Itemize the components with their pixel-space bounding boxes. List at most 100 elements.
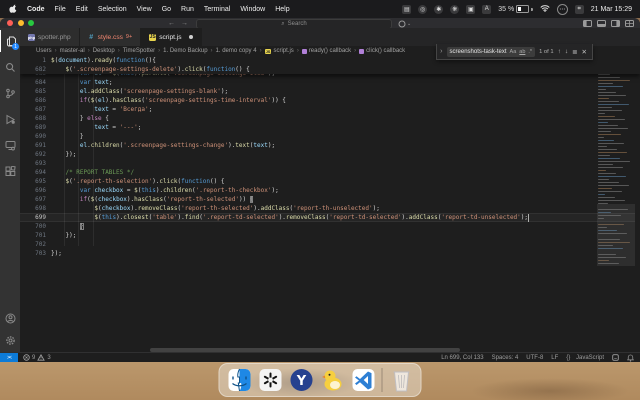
settings-gear-icon[interactable] — [0, 329, 20, 351]
code-line-699[interactable]: 699 $(this).closest('table').find('.repo… — [20, 213, 640, 222]
code-line-693[interactable]: 693 — [20, 159, 640, 168]
line-number[interactable]: 686 — [26, 96, 51, 105]
whole-word-toggle[interactable]: ab — [519, 49, 525, 55]
wifi-icon[interactable] — [540, 4, 550, 14]
code-line-703[interactable]: 703}); — [20, 249, 640, 258]
notifications-bell-icon[interactable] — [627, 354, 634, 362]
code-line-692[interactable]: 692 }); — [20, 150, 640, 159]
toggle-primary-sidebar-icon[interactable] — [583, 19, 592, 27]
code-line-701[interactable]: 701 }); — [20, 231, 640, 240]
tab-spotter.php[interactable]: php spotter.php — [20, 28, 80, 46]
line-number[interactable]: 694 — [26, 168, 51, 177]
menu-item-file[interactable]: File — [55, 6, 66, 13]
code-line-694[interactable]: 694 /* REPORT TABLES */ — [20, 168, 640, 177]
line-number[interactable]: 693 — [26, 159, 51, 168]
code-line-697[interactable]: 697 if($(checkbox).hasClass('report-th-s… — [20, 195, 640, 204]
menu-item-edit[interactable]: Edit — [76, 6, 88, 13]
menu-item-terminal[interactable]: Terminal — [204, 6, 230, 13]
line-number[interactable]: 682 — [26, 65, 51, 74]
customize-layout-icon[interactable] — [625, 19, 634, 27]
line-number[interactable]: 696 — [26, 186, 51, 195]
copilot-icon[interactable]: ⌄ — [398, 20, 411, 28]
code-line-691[interactable]: 691 el.children('.screenpage-settings-ch… — [20, 141, 640, 150]
menubar-sync-icon[interactable]: ⋯ — [556, 3, 568, 15]
eol-setting[interactable]: LF — [551, 355, 558, 361]
tab-script.js[interactable]: JS script.js — [141, 28, 202, 46]
keyboard-icon[interactable]: ⌗ — [574, 4, 584, 14]
find-previous-icon[interactable]: ↑ — [558, 48, 561, 55]
explorer-icon[interactable]: 1 — [0, 30, 21, 52]
line-number[interactable]: 687 — [26, 105, 51, 114]
dock-icon-yandex-browser[interactable]: Y — [289, 368, 314, 393]
code-line-698[interactable]: 698 $(checkbox).removeClass('report-th-s… — [20, 204, 640, 213]
line-number[interactable]: 684 — [26, 78, 51, 87]
dock-icon-chatgpt[interactable] — [258, 368, 283, 393]
toggle-replace-chevron-icon[interactable]: › — [440, 48, 442, 55]
line-number[interactable]: 691 — [26, 141, 51, 150]
menu-item-run[interactable]: Run — [181, 6, 194, 13]
line-number[interactable]: 690 — [26, 132, 51, 141]
find-query[interactable]: screenshots-task-text — [450, 49, 507, 55]
code-line-687[interactable]: 687 text = 'Всегда'; — [20, 105, 640, 114]
navigate-back-icon[interactable]: ← — [168, 20, 175, 27]
code-line-700[interactable]: 700 } — [20, 222, 640, 231]
remote-explorer-icon[interactable] — [0, 134, 20, 156]
breadcrumb-item[interactable]: ready() callback — [301, 48, 351, 54]
code-line-688[interactable]: 688 } else { — [20, 114, 640, 123]
battery-indicator[interactable]: 35 % — [498, 5, 533, 13]
code-line-683[interactable]: 683 var el = $(this).parents('.screenpag… — [20, 74, 640, 78]
run-debug-icon[interactable] — [0, 108, 20, 130]
language-mode[interactable]: {} JavaScript — [566, 355, 604, 361]
code-line-696[interactable]: 696 var checkbox = $(this).children('.re… — [20, 186, 640, 195]
find-next-icon[interactable]: ↓ — [565, 48, 568, 55]
menu-item-code[interactable]: Code — [27, 6, 45, 13]
dock-icon-finder[interactable] — [227, 368, 252, 393]
line-number[interactable]: 701 — [26, 231, 51, 240]
feedback-icon[interactable] — [612, 354, 619, 361]
breadcrumb-item[interactable]: click() callback — [359, 48, 405, 54]
breadcrumb-item[interactable]: 1. Demo Backup — [163, 48, 207, 54]
indentation-setting[interactable]: Spaces: 4 — [492, 355, 519, 361]
line-number[interactable]: 685 — [26, 87, 51, 96]
minimap[interactable] — [597, 56, 635, 353]
code-line-685[interactable]: 685 el.addClass('screenpage-settings-bla… — [20, 87, 640, 96]
menu-item-window[interactable]: Window — [240, 6, 265, 13]
code-line-690[interactable]: 690 } — [20, 132, 640, 141]
code-editor[interactable]: 1 $(document).ready(function(){682 $('.sc… — [20, 56, 640, 353]
find-in-selection-icon[interactable]: ≣ — [572, 48, 577, 56]
menu-item-go[interactable]: Go — [162, 6, 171, 13]
close-find-icon[interactable]: ✕ — [582, 48, 587, 56]
line-number[interactable]: 695 — [26, 177, 51, 186]
menubar-clock[interactable]: 21 Mar 15:29 — [591, 6, 632, 13]
code-line-682[interactable]: 682 $('.screenpage-settings-delete').cli… — [20, 65, 640, 74]
line-number[interactable]: 699 — [26, 213, 51, 222]
toggle-panel-icon[interactable] — [597, 19, 606, 27]
code-line-686[interactable]: 686 if($(el).hasClass('screenpage-settin… — [20, 96, 640, 105]
dock-icon-visual-studio-code[interactable] — [351, 368, 376, 393]
line-number[interactable]: 689 — [26, 123, 51, 132]
problems-indicator[interactable]: 9 3 — [23, 354, 51, 361]
line-number[interactable]: 692 — [26, 150, 51, 159]
breadcrumb-item[interactable]: TimeSpotter — [123, 48, 155, 54]
apple-menu-icon[interactable] — [9, 4, 17, 15]
match-case-toggle[interactable]: Aa — [510, 49, 517, 55]
navigate-forward-icon[interactable]: → — [181, 20, 188, 27]
minimize-window-button[interactable] — [17, 20, 24, 26]
code-line-695[interactable]: 695 $('.report-th-selection').click(func… — [20, 177, 640, 186]
breadcrumb-item[interactable]: 1. demo copy 4 — [216, 48, 257, 54]
line-number[interactable]: 697 — [26, 195, 51, 204]
menu-item-selection[interactable]: Selection — [98, 6, 127, 13]
encoding-setting[interactable]: UTF-8 — [526, 355, 543, 361]
code-line-689[interactable]: 689 text = '---'; — [20, 123, 640, 132]
minimap-slider[interactable] — [597, 204, 635, 266]
source-control-icon[interactable] — [0, 82, 20, 104]
find-input[interactable]: screenshots-task-text Aa ab .* — [446, 46, 536, 57]
dock-icon-cyberduck[interactable] — [320, 368, 345, 393]
line-number[interactable]: 700 — [26, 222, 51, 231]
menubar-app-icon-2[interactable]: ◎ — [418, 4, 428, 14]
breadcrumb-item[interactable]: Users — [36, 48, 52, 54]
line-number[interactable]: 703 — [26, 249, 51, 258]
menubar-app-icon-5[interactable]: ▣ — [466, 4, 476, 14]
search-view-icon[interactable] — [0, 56, 20, 78]
code-line-684[interactable]: 684 var text; — [20, 78, 640, 87]
